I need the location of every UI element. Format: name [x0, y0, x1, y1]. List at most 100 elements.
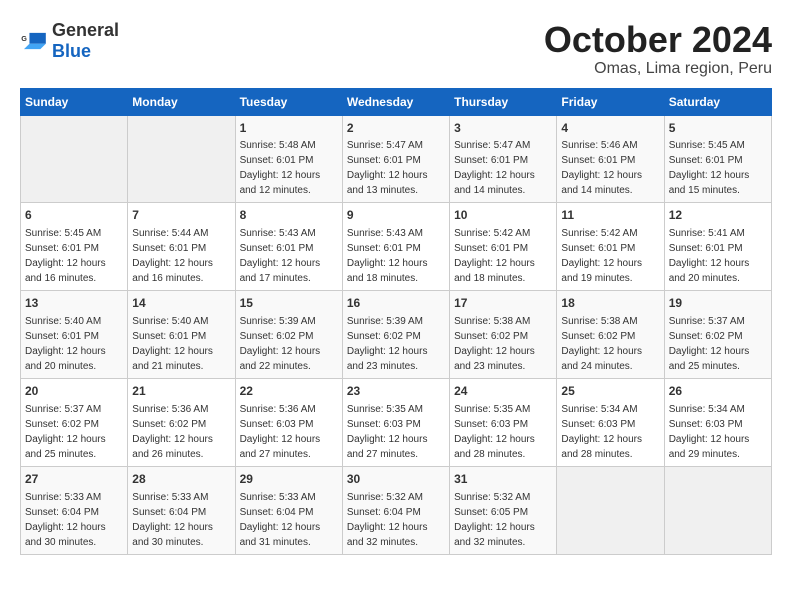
- day-info: Sunrise: 5:38 AMSunset: 6:02 PMDaylight:…: [454, 314, 552, 374]
- day-number: 29: [240, 471, 338, 488]
- calendar-cell: 3Sunrise: 5:47 AMSunset: 6:01 PMDaylight…: [450, 115, 557, 203]
- day-info: Sunrise: 5:33 AMSunset: 6:04 PMDaylight:…: [25, 490, 123, 550]
- day-info: Sunrise: 5:36 AMSunset: 6:02 PMDaylight:…: [132, 402, 230, 462]
- day-number: 8: [240, 207, 338, 224]
- day-number: 16: [347, 295, 445, 312]
- day-number: 9: [347, 207, 445, 224]
- calendar-cell: 25Sunrise: 5:34 AMSunset: 6:03 PMDayligh…: [557, 378, 664, 466]
- subtitle: Omas, Lima region, Peru: [544, 60, 772, 78]
- week-row-1: 1Sunrise: 5:48 AMSunset: 6:01 PMDaylight…: [21, 115, 772, 203]
- day-info: Sunrise: 5:42 AMSunset: 6:01 PMDaylight:…: [561, 226, 659, 286]
- day-info: Sunrise: 5:34 AMSunset: 6:03 PMDaylight:…: [669, 402, 767, 462]
- day-info: Sunrise: 5:33 AMSunset: 6:04 PMDaylight:…: [132, 490, 230, 550]
- calendar-cell: [664, 466, 771, 554]
- day-number: 21: [132, 383, 230, 400]
- day-info: Sunrise: 5:36 AMSunset: 6:03 PMDaylight:…: [240, 402, 338, 462]
- day-info: Sunrise: 5:40 AMSunset: 6:01 PMDaylight:…: [132, 314, 230, 374]
- logo: G General Blue: [20, 20, 119, 62]
- column-header-tuesday: Tuesday: [235, 88, 342, 115]
- calendar-cell: 20 Sunrise: 5:37 AMSunset: 6:02 PMDayligh…: [21, 378, 128, 466]
- calendar-cell: 26 Sunrise: 5:34 AMSunset: 6:03 PMDayligh…: [664, 378, 771, 466]
- column-header-friday: Friday: [557, 88, 664, 115]
- day-number: 22: [240, 383, 338, 400]
- calendar-cell: 27 Sunrise: 5:33 AMSunset: 6:04 PMDayligh…: [21, 466, 128, 554]
- day-info: Sunrise: 5:33 AMSunset: 6:04 PMDaylight:…: [240, 490, 338, 550]
- day-number: 11: [561, 207, 659, 224]
- day-number: 5: [669, 120, 767, 137]
- day-info: Sunrise: 5:37 AMSunset: 6:02 PMDaylight:…: [25, 402, 123, 462]
- calendar-cell: 1Sunrise: 5:48 AMSunset: 6:01 PMDaylight…: [235, 115, 342, 203]
- day-number: 2: [347, 120, 445, 137]
- day-number: 6: [25, 207, 123, 224]
- header-row: SundayMondayTuesdayWednesdayThursdayFrid…: [21, 88, 772, 115]
- calendar-cell: 29 Sunrise: 5:33 AMSunset: 6:04 PMDayligh…: [235, 466, 342, 554]
- calendar-cell: 17Sunrise: 5:38 AMSunset: 6:02 PMDayligh…: [450, 291, 557, 379]
- day-info: Sunrise: 5:40 AMSunset: 6:01 PMDaylight:…: [25, 314, 123, 374]
- main-title: October 2024: [544, 20, 772, 60]
- day-number: 31: [454, 471, 552, 488]
- calendar-cell: 8 Sunrise: 5:43 AMSunset: 6:01 PMDaylight…: [235, 203, 342, 291]
- calendar-table: SundayMondayTuesdayWednesdayThursdayFrid…: [20, 88, 772, 555]
- day-info: Sunrise: 5:44 AMSunset: 6:01 PMDaylight:…: [132, 226, 230, 286]
- calendar-cell: 22 Sunrise: 5:36 AMSunset: 6:03 PMDayligh…: [235, 378, 342, 466]
- day-info: Sunrise: 5:43 AMSunset: 6:01 PMDaylight:…: [240, 226, 338, 286]
- column-header-monday: Monday: [128, 88, 235, 115]
- calendar-cell: 16Sunrise: 5:39 AMSunset: 6:02 PMDayligh…: [342, 291, 449, 379]
- calendar-cell: [128, 115, 235, 203]
- day-info: Sunrise: 5:46 AMSunset: 6:01 PMDaylight:…: [561, 138, 659, 198]
- calendar-cell: 2Sunrise: 5:47 AMSunset: 6:01 PMDaylight…: [342, 115, 449, 203]
- day-number: 24: [454, 383, 552, 400]
- day-number: 19: [669, 295, 767, 312]
- calendar-cell: 31Sunrise: 5:32 AMSunset: 6:05 PMDayligh…: [450, 466, 557, 554]
- day-number: 10: [454, 207, 552, 224]
- day-number: 3: [454, 120, 552, 137]
- day-info: Sunrise: 5:45 AMSunset: 6:01 PMDaylight:…: [25, 226, 123, 286]
- day-number: 26: [669, 383, 767, 400]
- day-number: 27: [25, 471, 123, 488]
- calendar-cell: 11 Sunrise: 5:42 AMSunset: 6:01 PMDayligh…: [557, 203, 664, 291]
- calendar-cell: 12 Sunrise: 5:41 AMSunset: 6:01 PMDayligh…: [664, 203, 771, 291]
- day-info: Sunrise: 5:37 AMSunset: 6:02 PMDaylight:…: [669, 314, 767, 374]
- day-number: 12: [669, 207, 767, 224]
- logo-text: General Blue: [52, 23, 119, 61]
- day-info: Sunrise: 5:42 AMSunset: 6:01 PMDaylight:…: [454, 226, 552, 286]
- week-row-4: 20 Sunrise: 5:37 AMSunset: 6:02 PMDayligh…: [21, 378, 772, 466]
- week-row-5: 27 Sunrise: 5:33 AMSunset: 6:04 PMDayligh…: [21, 466, 772, 554]
- day-number: 20: [25, 383, 123, 400]
- column-header-saturday: Saturday: [664, 88, 771, 115]
- header: G General Blue October 2024 Omas, Lima r…: [20, 20, 772, 78]
- day-number: 14: [132, 295, 230, 312]
- day-info: Sunrise: 5:43 AMSunset: 6:01 PMDaylight:…: [347, 226, 445, 286]
- calendar-cell: [557, 466, 664, 554]
- day-info: Sunrise: 5:32 AMSunset: 6:04 PMDaylight:…: [347, 490, 445, 550]
- week-row-3: 13Sunrise: 5:40 AMSunset: 6:01 PMDayligh…: [21, 291, 772, 379]
- calendar-cell: [21, 115, 128, 203]
- calendar-cell: 14 Sunrise: 5:40 AMSunset: 6:01 PMDayligh…: [128, 291, 235, 379]
- day-info: Sunrise: 5:41 AMSunset: 6:01 PMDaylight:…: [669, 226, 767, 286]
- day-number: 15: [240, 295, 338, 312]
- calendar-cell: 28 Sunrise: 5:33 AMSunset: 6:04 PMDayligh…: [128, 466, 235, 554]
- day-info: Sunrise: 5:35 AMSunset: 6:03 PMDaylight:…: [454, 402, 552, 462]
- calendar-cell: 10 Sunrise: 5:42 AMSunset: 6:01 PMDayligh…: [450, 203, 557, 291]
- calendar-cell: 23Sunrise: 5:35 AMSunset: 6:03 PMDayligh…: [342, 378, 449, 466]
- calendar-cell: 4Sunrise: 5:46 AMSunset: 6:01 PMDaylight…: [557, 115, 664, 203]
- day-number: 1: [240, 120, 338, 137]
- day-info: Sunrise: 5:48 AMSunset: 6:01 PMDaylight:…: [240, 138, 338, 198]
- week-row-2: 6 Sunrise: 5:45 AMSunset: 6:01 PMDaylight…: [21, 203, 772, 291]
- title-area: October 2024 Omas, Lima region, Peru: [544, 20, 772, 78]
- day-number: 28: [132, 471, 230, 488]
- column-header-wednesday: Wednesday: [342, 88, 449, 115]
- day-number: 4: [561, 120, 659, 137]
- calendar-cell: 7Sunrise: 5:44 AMSunset: 6:01 PMDaylight…: [128, 203, 235, 291]
- day-number: 23: [347, 383, 445, 400]
- day-number: 30: [347, 471, 445, 488]
- calendar-cell: 24 Sunrise: 5:35 AMSunset: 6:03 PMDayligh…: [450, 378, 557, 466]
- calendar-cell: 30 Sunrise: 5:32 AMSunset: 6:04 PMDayligh…: [342, 466, 449, 554]
- calendar-cell: 19 Sunrise: 5:37 AMSunset: 6:02 PMDayligh…: [664, 291, 771, 379]
- calendar-cell: 18Sunrise: 5:38 AMSunset: 6:02 PMDayligh…: [557, 291, 664, 379]
- day-info: Sunrise: 5:47 AMSunset: 6:01 PMDaylight:…: [347, 138, 445, 198]
- calendar-cell: 9 Sunrise: 5:43 AMSunset: 6:01 PMDaylight…: [342, 203, 449, 291]
- day-info: Sunrise: 5:34 AMSunset: 6:03 PMDaylight:…: [561, 402, 659, 462]
- svg-text:G: G: [21, 34, 27, 43]
- column-header-sunday: Sunday: [21, 88, 128, 115]
